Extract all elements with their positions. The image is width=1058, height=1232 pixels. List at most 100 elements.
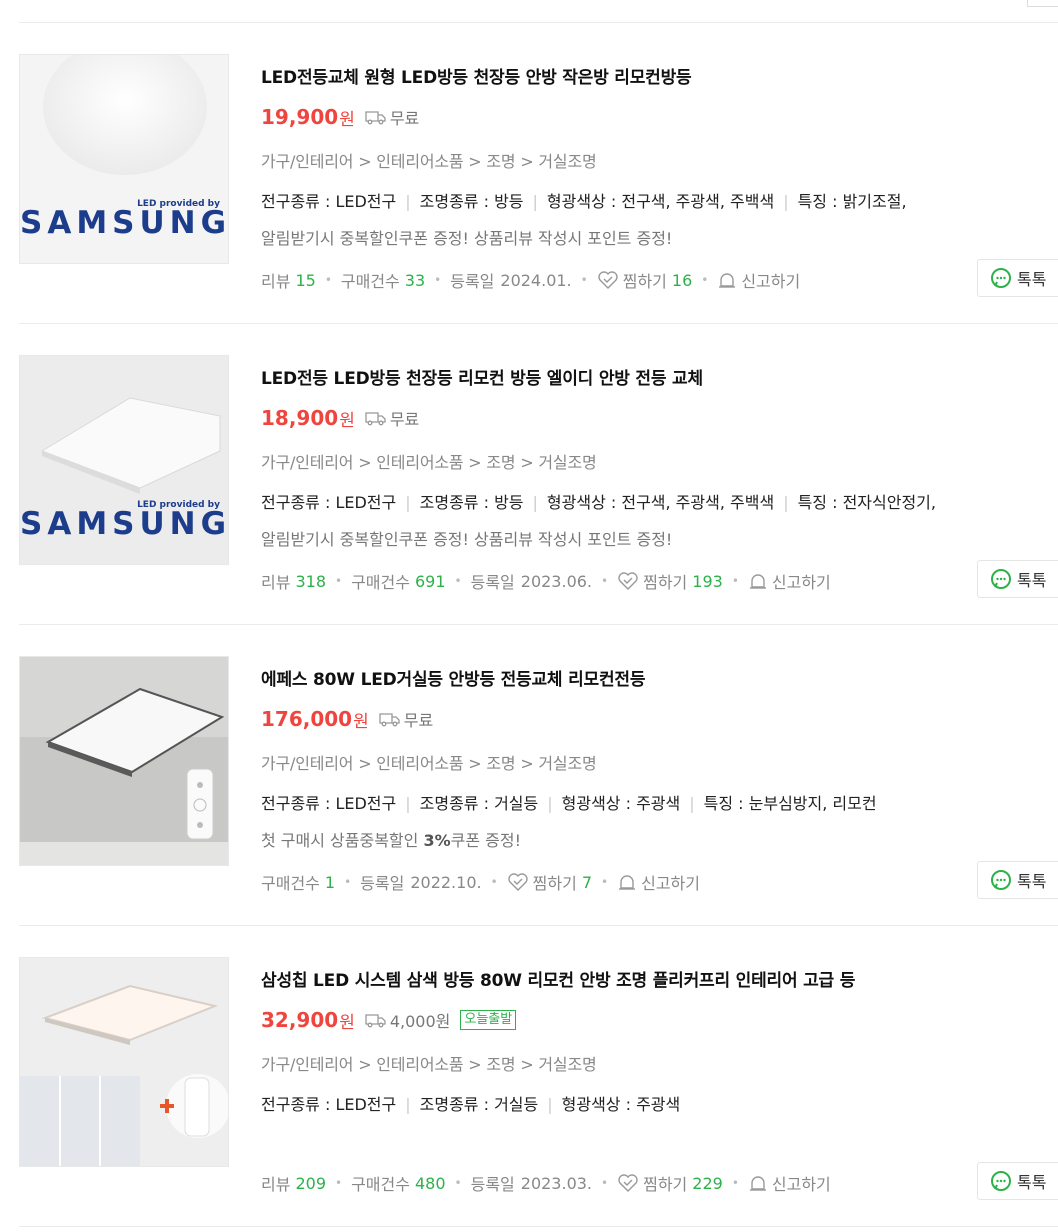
spec-item: 형광색상 : 주광색 [561,794,681,813]
register-date: 2023.06. [520,571,593,591]
purchase-label: 구매건수 [351,573,410,592]
square-lamp-remote-image [20,657,228,865]
date-label: 등록일 [470,573,515,592]
product-thumbnail[interactable] [19,656,229,866]
heart-icon[interactable] [507,872,529,892]
meta-row: 리뷰 15 • 구매건수 33 • 등록일 2024.01. • 찜하기 16 • 신고… [261,268,800,292]
dot-separator: • [601,875,609,889]
talktalk-icon [991,1171,1011,1191]
product-title[interactable]: LED전등 LED방등 천장등 리모컨 방등 엘이디 안방 전등 교체 [261,364,703,389]
truck-icon [365,111,386,125]
price-value: 19,900 [261,105,339,129]
purchase-count: 480 [414,1173,446,1193]
price-unit: 원 [339,410,355,431]
review-label[interactable]: 리뷰 [261,268,290,292]
spec-divider: | [405,794,411,813]
product-thumbnail[interactable]: LED provided by SAMSUNG [19,355,229,565]
register-date: 2022.10. [410,872,482,892]
dot-separator: • [454,1176,462,1190]
product-item: 에페스 80W LED거실등 안방등 전등교체 리모컨전등 176,000 원 … [0,625,1058,926]
report-label[interactable]: 신고하기 [641,870,700,894]
talktalk-label: 톡톡 [1017,1173,1047,1192]
wish-label[interactable]: 찜하기 [623,268,667,292]
register-date: 2024.01. [500,270,572,290]
today-shipping-badge: 오늘출발 [460,1010,517,1030]
review-count[interactable]: 15 [295,271,315,290]
dot-separator: • [580,273,588,287]
spec-divider: | [783,192,789,211]
review-label[interactable]: 리뷰 [261,1171,290,1195]
category-path[interactable]: 가구/인테리어 > 인테리어소품 > 조명 > 거실조명 [261,148,597,172]
dot-separator: • [601,574,609,588]
product-thumbnail[interactable] [19,957,229,1167]
report-label[interactable]: 신고하기 [741,268,800,292]
square-lamp-room-image [20,958,228,1166]
dot-separator: • [601,1176,609,1190]
wish-label[interactable]: 찜하기 [643,569,687,593]
spec-item: 특징 : 밝기조절, [797,192,907,211]
product-item: LED provided by SAMSUNG LED전등교체 원형 LED방등… [0,23,1058,324]
talktalk-icon [991,569,1011,589]
talktalk-label: 톡톡 [1017,872,1047,891]
heart-icon[interactable] [617,571,639,591]
category-path[interactable]: 가구/인테리어 > 인테리어소품 > 조명 > 거실조명 [261,750,597,774]
spec-list: 전구종류 : LED전구 | 조명종류 : 방등 | 형광색상 : 전구색, 주광색, … [261,188,907,212]
report-label[interactable]: 신고하기 [772,1171,831,1195]
dot-separator: • [335,574,343,588]
spec-list: 전구종류 : LED전구 | 조명종류 : 방등 | 형광색상 : 전구색, 주광색, … [261,489,936,513]
siren-icon[interactable] [717,270,737,290]
meta-row: 리뷰 318 • 구매건수 691 • 등록일 2023.06. • 찜하기 193 •… [261,569,831,593]
shipping-fee: 무료 [403,711,434,730]
siren-icon[interactable] [617,872,637,892]
dot-separator: • [490,875,498,889]
price-value: 32,900 [261,1008,339,1032]
product-title[interactable]: LED전등교체 원형 LED방등 천장등 안방 작은방 리모컨방등 [261,63,692,88]
talktalk-button[interactable]: 톡톡 [977,1162,1058,1200]
date-label: 등록일 [470,1175,515,1194]
category-path[interactable]: 가구/인테리어 > 인테리어소품 > 조명 > 거실조명 [261,449,597,473]
price-value: 176,000 [261,707,353,731]
dot-separator: • [731,574,739,588]
spec-divider: | [405,192,411,211]
truck-icon [379,713,400,727]
price-row: 176,000 원 무료 [261,704,433,734]
product-item: LED provided by SAMSUNG LED전등 LED방등 천장등 … [0,324,1058,625]
siren-icon[interactable] [748,1173,768,1193]
spec-item: 형광색상 : 전구색, 주광색, 주백색 [546,192,775,211]
spec-item: 전구종류 : LED전구 [261,794,397,813]
wish-label[interactable]: 찜하기 [533,870,577,894]
shipping-fee: 4,000원 [389,1012,451,1031]
product-title[interactable]: 삼성칩 LED 시스템 삼색 방등 80W 리모컨 안방 조명 플리커프리 인테… [261,966,855,991]
spec-item: 전구종류 : LED전구 [261,493,397,512]
product-title[interactable]: 에페스 80W LED거실등 안방등 전등교체 리모컨전등 [261,665,645,690]
dot-separator: • [335,1176,343,1190]
purchase-label: 구매건수 [261,874,320,893]
purchase-label: 구매건수 [340,272,400,291]
purchase-label: 구매건수 [351,1175,410,1194]
dot-separator: • [701,273,709,287]
promo-text: 첫 구매시 상품중복할인 3%쿠폰 증정! [261,827,521,851]
report-label[interactable]: 신고하기 [772,569,831,593]
spec-divider: | [405,1095,411,1114]
dot-separator: • [454,574,462,588]
spec-item: 형광색상 : 전구색, 주광색, 주백색 [546,493,775,512]
spec-divider: | [532,493,538,512]
talktalk-button[interactable]: 톡톡 [977,259,1058,297]
siren-icon[interactable] [748,571,768,591]
talktalk-button[interactable]: 톡톡 [977,861,1058,899]
promo-pre: 첫 구매시 상품중복할인 [261,831,424,850]
review-count[interactable]: 318 [295,572,326,591]
heart-icon[interactable] [597,270,619,290]
review-label[interactable]: 리뷰 [261,569,290,593]
truck-icon [365,412,386,426]
wish-label[interactable]: 찜하기 [643,1171,687,1195]
review-count[interactable]: 209 [295,1174,326,1193]
heart-icon[interactable] [617,1173,639,1193]
category-path[interactable]: 가구/인테리어 > 인테리어소품 > 조명 > 거실조명 [261,1051,597,1075]
spec-divider: | [783,493,789,512]
product-thumbnail[interactable]: LED provided by SAMSUNG [19,54,229,264]
meta-row: 구매건수 1 • 등록일 2022.10. • 찜하기 7 • 신고하기 [261,870,700,894]
spec-item: 조명종류 : 거실등 [419,794,539,813]
shipping-fee: 무료 [389,109,420,128]
talktalk-button[interactable]: 톡톡 [977,560,1058,598]
